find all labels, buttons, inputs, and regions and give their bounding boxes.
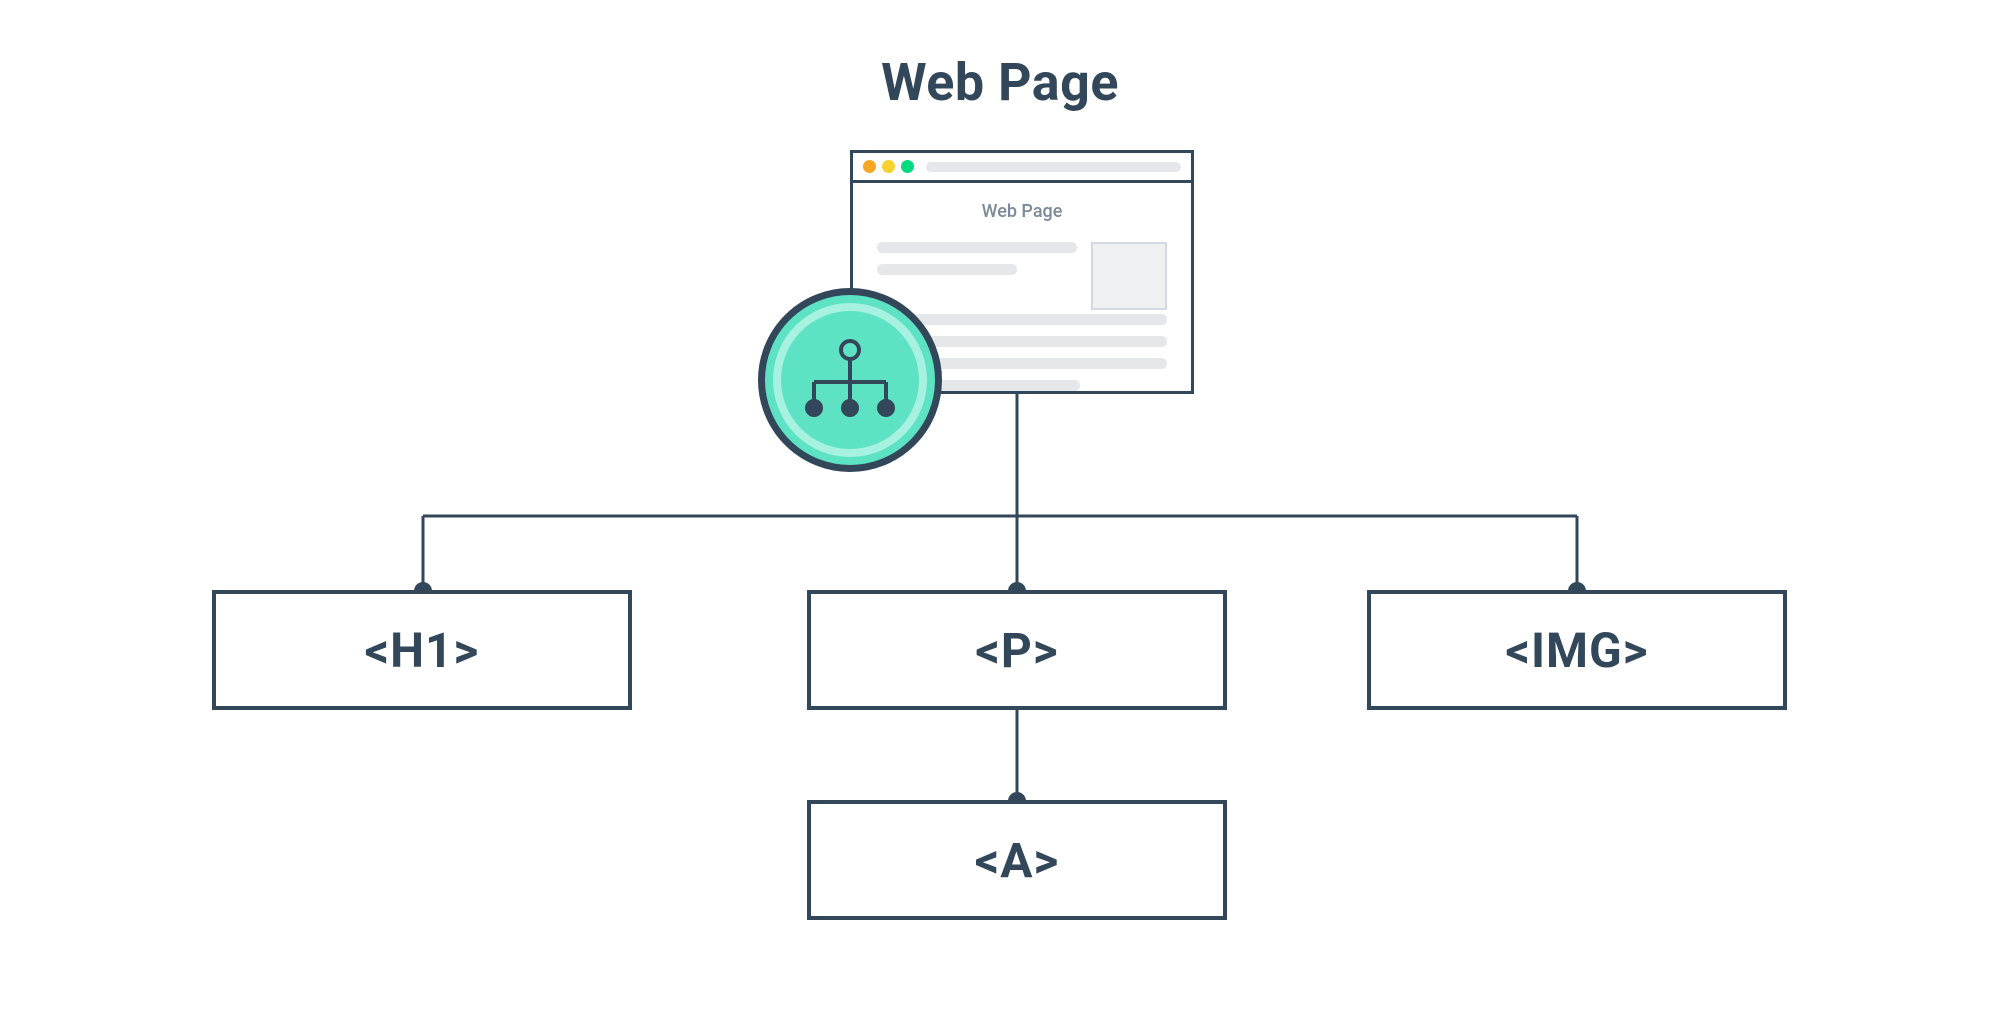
diagram-title: Web Page: [881, 52, 1119, 113]
traffic-light-close-icon: [863, 160, 876, 173]
browser-titlebar: [853, 153, 1191, 183]
traffic-light-zoom-icon: [901, 160, 914, 173]
node-p: <P>: [807, 590, 1227, 710]
browser-page-label: Web Page: [877, 201, 1167, 222]
dom-tree-badge: [758, 288, 942, 472]
node-a: <A>: [807, 800, 1227, 920]
url-bar: [926, 162, 1181, 172]
image-placeholder: [1091, 242, 1167, 310]
node-img: <IMG>: [1367, 590, 1787, 710]
tree-icon: [802, 338, 898, 422]
node-h1: <H1>: [212, 590, 632, 710]
text-lines-placeholder: [877, 242, 1077, 310]
traffic-light-minimize-icon: [882, 160, 895, 173]
